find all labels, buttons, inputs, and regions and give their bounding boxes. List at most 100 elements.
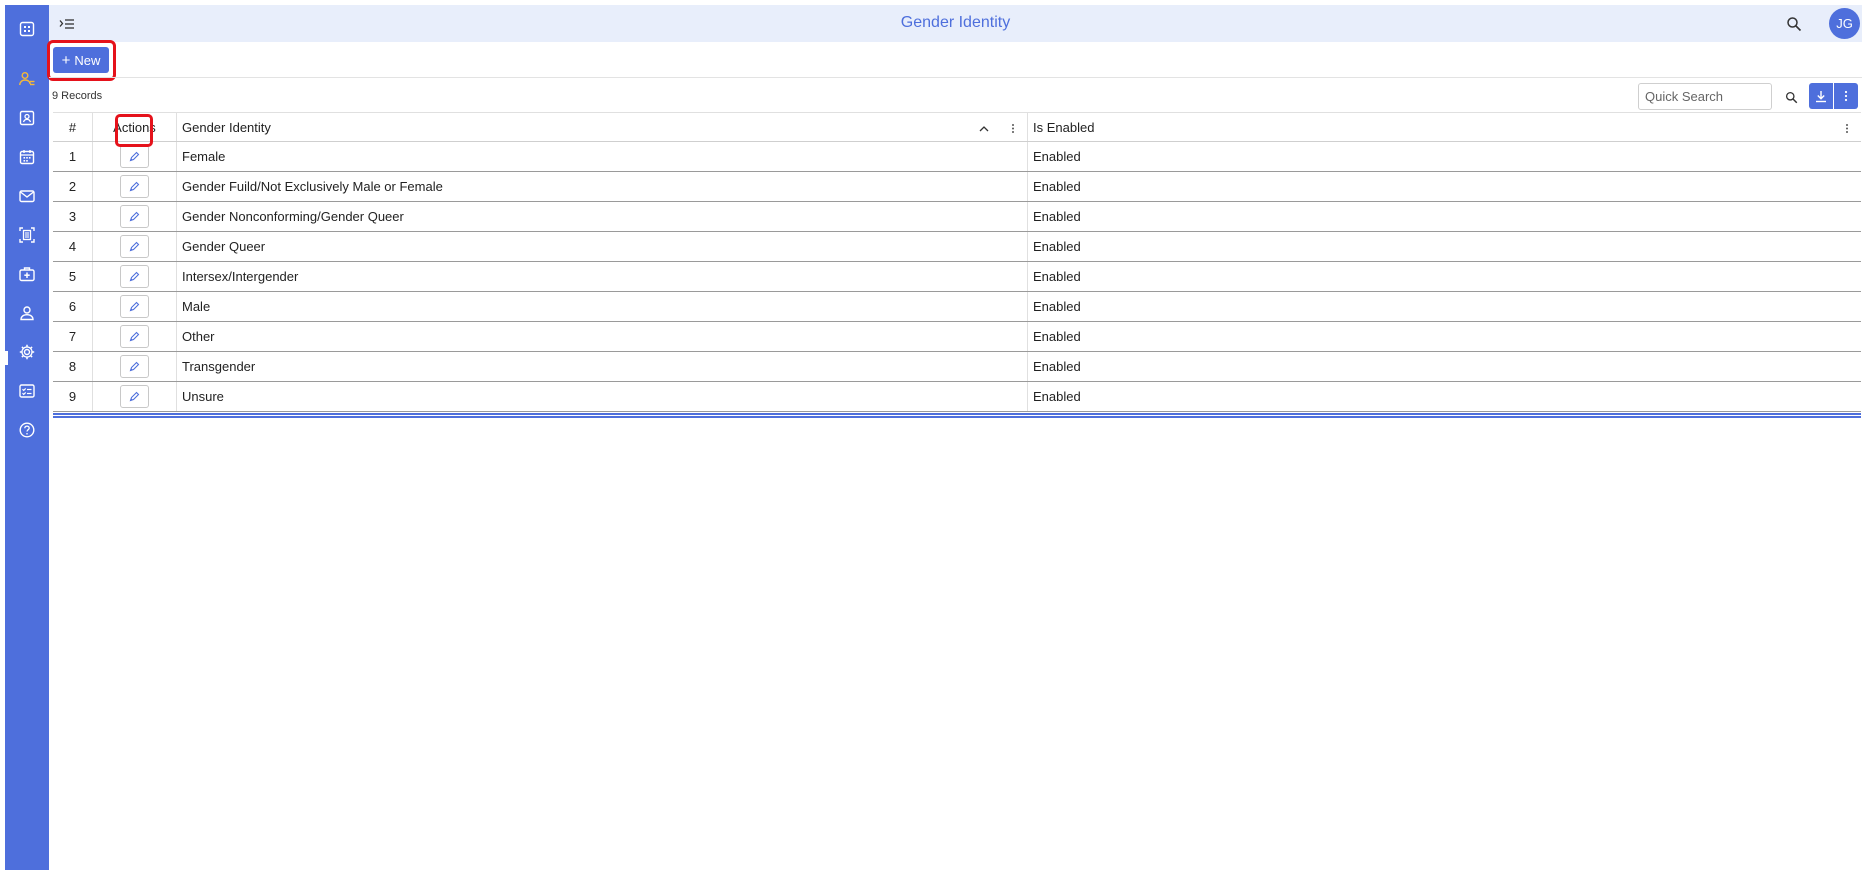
edit-button[interactable] [120, 265, 149, 288]
plus-icon: + [61, 51, 71, 69]
edit-button[interactable] [120, 205, 149, 228]
records-grid: # Actions Gender Identity Is Enabled 1 Fe… [53, 112, 1861, 412]
table-row[interactable]: 6 Male Enabled [53, 292, 1861, 322]
table-row[interactable]: 5 Intersex/Intergender Enabled [53, 262, 1861, 292]
user-list-icon[interactable] [5, 64, 49, 94]
is-enabled-cell: Enabled [1033, 149, 1081, 164]
table-row[interactable]: 1 Female Enabled [53, 142, 1861, 172]
column-header-is-enabled-label: Is Enabled [1033, 119, 1095, 135]
column-header-is-enabled[interactable]: Is Enabled [1028, 113, 1861, 141]
contact-card-icon[interactable] [5, 103, 49, 133]
grid-header-row: # Actions Gender Identity Is Enabled [53, 112, 1861, 142]
new-button[interactable]: + New [53, 47, 109, 73]
pencil-icon [129, 391, 140, 402]
download-button[interactable] [1809, 83, 1833, 109]
edit-button[interactable] [120, 385, 149, 408]
row-number: 5 [53, 262, 93, 291]
help-icon[interactable] [5, 415, 49, 445]
gender-identity-cell: Intersex/Intergender [177, 262, 1028, 291]
actions-cell [93, 172, 177, 201]
table-row[interactable]: 4 Gender Queer Enabled [53, 232, 1861, 262]
quick-search-button[interactable] [1779, 85, 1803, 109]
table-row[interactable]: 7 Other Enabled [53, 322, 1861, 352]
row-number: 1 [53, 142, 93, 171]
user-avatar[interactable]: JG [1829, 8, 1860, 39]
is-enabled-cell: Enabled [1033, 389, 1081, 404]
is-enabled-cell: Enabled [1033, 299, 1081, 314]
pencil-icon [129, 331, 140, 342]
header-bar: Gender Identity JG [49, 5, 1862, 42]
records-count: 9 Records [52, 90, 103, 102]
actions-cell [93, 352, 177, 381]
expand-menu-button[interactable] [55, 13, 79, 35]
gear-icon[interactable] [5, 337, 49, 367]
actions-cell [93, 232, 177, 261]
checklist-icon[interactable] [5, 376, 49, 406]
grid-bottom-border [53, 413, 1861, 418]
actions-cell [93, 322, 177, 351]
actions-cell [93, 262, 177, 291]
apps-grid-icon[interactable] [5, 14, 49, 44]
scan-document-icon[interactable] [5, 220, 49, 250]
column-header-number[interactable]: # [53, 113, 93, 141]
column-header-gender-identity[interactable]: Gender Identity [177, 113, 1028, 141]
table-row[interactable]: 8 Transgender Enabled [53, 352, 1861, 382]
actions-cell [93, 202, 177, 231]
is-enabled-cell: Enabled [1033, 329, 1081, 344]
gender-identity-cell: Gender Fuild/Not Exclusively Male or Fem… [177, 172, 1028, 201]
table-row[interactable]: 2 Gender Fuild/Not Exclusively Male or Fe… [53, 172, 1861, 202]
is-enabled-cell: Enabled [1033, 269, 1081, 284]
is-enabled-cell: Enabled [1033, 179, 1081, 194]
edit-button[interactable] [120, 175, 149, 198]
gender-identity-cell: Female [177, 142, 1028, 171]
pencil-icon [129, 271, 140, 282]
edit-button[interactable] [120, 235, 149, 258]
row-number: 4 [53, 232, 93, 261]
page-title: Gender Identity [900, 14, 1011, 31]
row-number: 2 [53, 172, 93, 201]
more-vertical-icon [1844, 90, 1848, 102]
is-enabled-cell: Enabled [1033, 239, 1081, 254]
edit-button[interactable] [120, 325, 149, 348]
sort-ascending-icon[interactable] [977, 121, 991, 135]
pencil-icon [129, 361, 140, 372]
header-search-button[interactable] [1782, 13, 1806, 35]
gender-identity-cell: Gender Queer [177, 232, 1028, 261]
quick-search-input[interactable] [1638, 83, 1772, 110]
gender-identity-cell: Other [177, 322, 1028, 351]
pencil-icon [129, 241, 140, 252]
new-button-label: New [74, 52, 101, 68]
download-icon [1816, 90, 1826, 102]
pencil-icon [129, 151, 140, 162]
search-icon [1785, 91, 1797, 103]
expand-menu-icon [59, 19, 74, 29]
grid-body: 1 Female Enabled 2 Gender Fuild/Not Exclusiv… [53, 142, 1861, 412]
calendar-icon[interactable] [5, 142, 49, 172]
edit-button[interactable] [120, 295, 149, 318]
row-number: 3 [53, 202, 93, 231]
column-header-actions: Actions [93, 113, 177, 141]
pencil-icon [129, 301, 140, 312]
row-number: 6 [53, 292, 93, 321]
edit-button[interactable] [120, 355, 149, 378]
column-menu-icon[interactable] [1841, 121, 1853, 135]
person-icon[interactable] [5, 298, 49, 328]
app: Gender Identity JG + New 9 Records # Act… [0, 0, 1867, 875]
more-options-button[interactable] [1834, 83, 1858, 109]
gender-identity-cell: Male [177, 292, 1028, 321]
table-row[interactable]: 9 Unsure Enabled [53, 382, 1861, 412]
medical-kit-icon[interactable] [5, 259, 49, 289]
column-menu-icon[interactable] [1007, 121, 1019, 135]
row-number: 8 [53, 352, 93, 381]
gender-identity-cell: Transgender [177, 352, 1028, 381]
edit-button[interactable] [120, 145, 149, 168]
mail-icon[interactable] [5, 181, 49, 211]
is-enabled-cell: Enabled [1033, 359, 1081, 374]
pencil-icon [129, 211, 140, 222]
row-number: 9 [53, 382, 93, 411]
row-number: 7 [53, 322, 93, 351]
actions-cell [93, 142, 177, 171]
table-row[interactable]: 3 Gender Nonconforming/Gender Queer Enable… [53, 202, 1861, 232]
search-icon [1787, 17, 1802, 32]
pencil-icon [129, 181, 140, 192]
